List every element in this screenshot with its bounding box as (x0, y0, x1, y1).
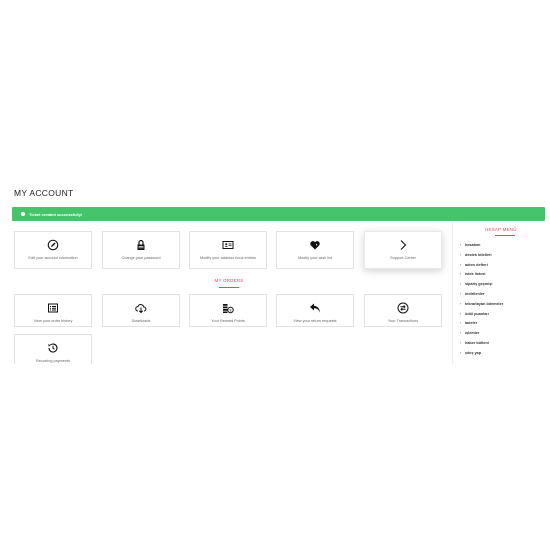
heading-underline (219, 287, 239, 288)
svg-text:$: $ (230, 308, 232, 312)
history-icon (48, 343, 58, 353)
transactions-card[interactable]: Your Transactions (364, 294, 442, 327)
success-alert: Ticket created successfully! (12, 207, 545, 221)
card-label: Downloads (131, 319, 151, 323)
chevron-right-icon (400, 240, 407, 250)
heading-underline (495, 235, 515, 236)
sidebar-item-adres-defteri[interactable]: › adres defteri (460, 261, 503, 271)
sidebar-item-destek-biletleri[interactable]: › destek biletleri (460, 251, 503, 261)
recurring-payments-card[interactable]: Recurring payments (14, 334, 92, 364)
card-label: Your Transactions (387, 319, 419, 323)
cloud-download-icon (135, 304, 147, 314)
alert-message: Ticket created successfully! (29, 211, 83, 217)
address-book-card[interactable]: Modify your address book entries (189, 231, 267, 269)
sidebar-heading: HESAP MENÜ (485, 227, 517, 232)
change-password-card[interactable]: Change your password (102, 231, 180, 269)
list-icon (48, 303, 58, 313)
sidebar-item-odul-puanlari[interactable]: › ödül puanları (460, 310, 503, 320)
lock-icon (137, 239, 145, 250)
card-label: Modify your address book entries (200, 256, 256, 260)
sidebar-item-tekrarlayan-odemeler[interactable]: › tekrarlayan ödemeler (460, 300, 503, 310)
sidebar-item-cikis-yap[interactable]: › çıkış yap (460, 349, 503, 359)
support-center-card[interactable]: Support Center (364, 231, 442, 269)
page-title: MY ACCOUNT (14, 188, 74, 198)
sidebar-item-hesabim[interactable]: › hesabım (460, 241, 503, 251)
pencil-circle-icon (47, 239, 59, 251)
downloads-card[interactable]: Downloads (102, 294, 180, 327)
reward-points-card[interactable]: $ Your Reward Points (189, 294, 267, 327)
edit-account-card[interactable]: Edit your account information (14, 231, 92, 269)
sidebar-item-islemler[interactable]: › işlemler (460, 329, 503, 339)
sidebar-item-iadeler[interactable]: › iadeler (460, 319, 503, 329)
sidebar-item-indirilenler[interactable]: › indirilenler (460, 290, 503, 300)
return-requests-card[interactable]: View your return requests (276, 294, 354, 327)
card-label: View your order history (33, 319, 73, 323)
card-label: Your Reward Points (211, 319, 245, 323)
exchange-icon (397, 302, 409, 314)
wish-list-card[interactable]: Modify your wish list (276, 231, 354, 269)
card-label: Modify your wish list (298, 256, 332, 260)
reply-icon (310, 303, 320, 313)
account-sidebar: HESAP MENÜ › hesabım › destek biletleri › a… (452, 222, 545, 364)
card-label: Support Center (390, 256, 416, 260)
sidebar-menu: › hesabım › destek biletleri › adres defter… (460, 241, 503, 359)
sidebar-item-siparis-gecmisi[interactable]: › sipariş geçmişi (460, 280, 503, 290)
my-orders-heading: MY ORDERS (214, 278, 244, 283)
sidebar-item-istek-listesi[interactable]: › istek listesi (460, 270, 503, 280)
heart-icon (310, 241, 320, 250)
money-icon: $ (223, 304, 234, 314)
address-card-icon (222, 241, 234, 249)
card-label: Change your password (121, 256, 161, 260)
card-label: View your return requests (293, 319, 337, 323)
card-label: Recurring payments (36, 359, 70, 363)
check-circle-icon (21, 212, 25, 216)
card-label: Edit your account information (28, 256, 78, 260)
sidebar-item-haber-bulteni[interactable]: › haber bülteni (460, 339, 503, 349)
order-history-card[interactable]: View your order history (14, 294, 92, 327)
